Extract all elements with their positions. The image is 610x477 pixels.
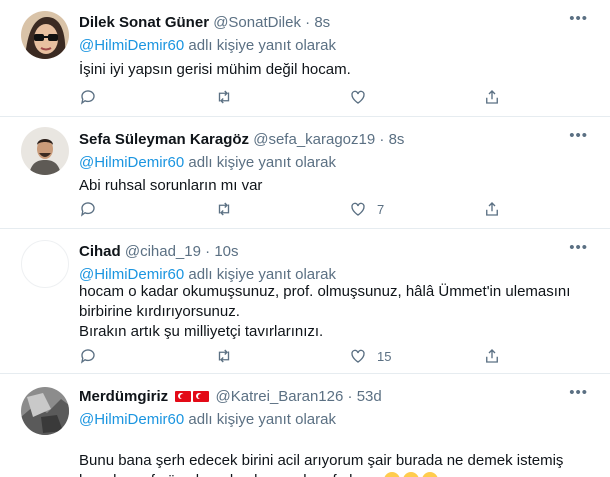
mention-link[interactable]: @HilmiDemir60 [79,266,184,283]
retweet-icon [218,90,230,104]
avatar[interactable] [21,11,69,59]
tweet-actions: 15 [79,346,509,366]
like-button[interactable] [349,87,377,107]
more-options-icon[interactable]: ••• [569,10,588,27]
tweet[interactable]: Sefa Süleyman Karagöz @sefa_karagoz19 · … [0,117,610,229]
tweet-text: Bunu bana şerh edecek birini acil arıyor… [79,452,564,477]
avatar[interactable] [21,387,69,435]
reply-button[interactable] [79,346,97,366]
reply-context-text: adlı kişiye yanıt olarak [184,266,336,283]
turkey-flag-icon [175,391,192,402]
share-button[interactable] [483,346,501,366]
separator-dot: · [205,243,211,260]
thinking-face-icon [421,472,438,477]
mention-link[interactable]: @HilmiDemir60 [79,37,184,54]
user-handle[interactable]: @sefa_karagoz19 [253,131,375,148]
like-count: 15 [377,348,392,364]
display-name[interactable]: Cihad [79,243,121,260]
tweet-actions: 7 [79,199,509,219]
tweet[interactable]: Merdümgiriz @Katrei_Baran126 · 53d ••• @… [0,374,610,477]
tweet-header: Sefa Süleyman Karagöz @sefa_karagoz19 · … [79,130,404,150]
heart-icon [351,202,365,216]
separator-dot: · [305,14,311,31]
reply-context-text: adlı kişiye yanıt olarak [184,411,336,428]
timestamp[interactable]: 10s [214,243,238,260]
like-button[interactable]: 15 [349,346,391,366]
timestamp[interactable]: 8s [314,14,330,31]
mention-link[interactable]: @HilmiDemir60 [79,411,184,428]
turkey-flag-icon [193,391,210,402]
reply-context-text: adlı kişiye yanıt olarak [184,154,336,171]
retweet-button[interactable] [215,87,233,107]
share-icon [486,90,498,104]
heart-icon [351,349,365,363]
display-name[interactable]: Merdümgiriz [79,388,168,405]
retweet-button[interactable] [215,199,233,219]
tweet-actions [79,87,509,107]
user-handle[interactable]: @Katrei_Baran126 [216,388,344,405]
reply-icon [80,202,95,217]
like-count: 7 [377,201,385,217]
reply-context-text: adlı kişiye yanıt olarak [184,37,336,54]
heart-icon [351,90,365,104]
share-button[interactable] [483,199,501,219]
tweet[interactable]: Dilek Sonat Güner @SonatDilek · 8s ••• @… [0,0,610,117]
user-handle[interactable]: @cihad_19 [125,243,201,260]
tweet-header: Merdümgiriz @Katrei_Baran126 · 53d [79,387,382,407]
separator-dot: · [347,388,353,405]
more-options-icon[interactable]: ••• [569,239,588,256]
reply-icon [80,349,95,364]
tweet-text: hocam o kadar okumuşsunuz, prof. olmuşsu… [79,283,571,340]
display-name[interactable]: Sefa Süleyman Karagöz [79,131,249,148]
share-icon [486,349,498,363]
separator-dot: · [379,131,385,148]
avatar[interactable] [21,240,69,288]
user-handle[interactable]: @SonatDilek [213,14,301,31]
tweet-text: İşini iyi yapsın gerisi mühim değil hoca… [79,61,351,78]
timestamp[interactable]: 8s [389,131,405,148]
more-options-icon[interactable]: ••• [569,127,588,144]
retweet-icon [218,202,230,216]
more-options-icon[interactable]: ••• [569,384,588,401]
retweet-button[interactable] [215,346,233,366]
mention-link[interactable]: @HilmiDemir60 [79,154,184,171]
reply-icon [80,90,95,105]
tweet-text-container: Bunu bana şerh edecek birini acil arıyor… [79,431,563,477]
thinking-face-icon [383,472,400,477]
retweet-icon [218,349,230,363]
avatar[interactable] [21,127,69,175]
like-button[interactable]: 7 [349,199,384,219]
thinking-face-icon [402,472,419,477]
tweet-header: Cihad @cihad_19 · 10s [79,242,239,262]
display-name[interactable]: Dilek Sonat Güner [79,14,209,31]
tweet-header: Dilek Sonat Güner @SonatDilek · 8s [79,13,330,33]
tweet-text: Abi ruhsal sorunların mı var [79,177,263,194]
reply-context: @HilmiDemir60 adlı kişiye yanıt olarak [79,36,336,56]
reply-context: @HilmiDemir60 adlı kişiye yanıt olarak [79,153,336,173]
reply-context: @HilmiDemir60 adlı kişiye yanıt olarak [79,410,336,430]
reply-button[interactable] [79,199,97,219]
share-button[interactable] [483,87,501,107]
share-icon [486,202,498,216]
reply-button[interactable] [79,87,97,107]
tweet[interactable]: Cihad @cihad_19 · 10s ••• @HilmiDemir60 … [0,229,610,374]
timestamp[interactable]: 53d [357,388,382,405]
